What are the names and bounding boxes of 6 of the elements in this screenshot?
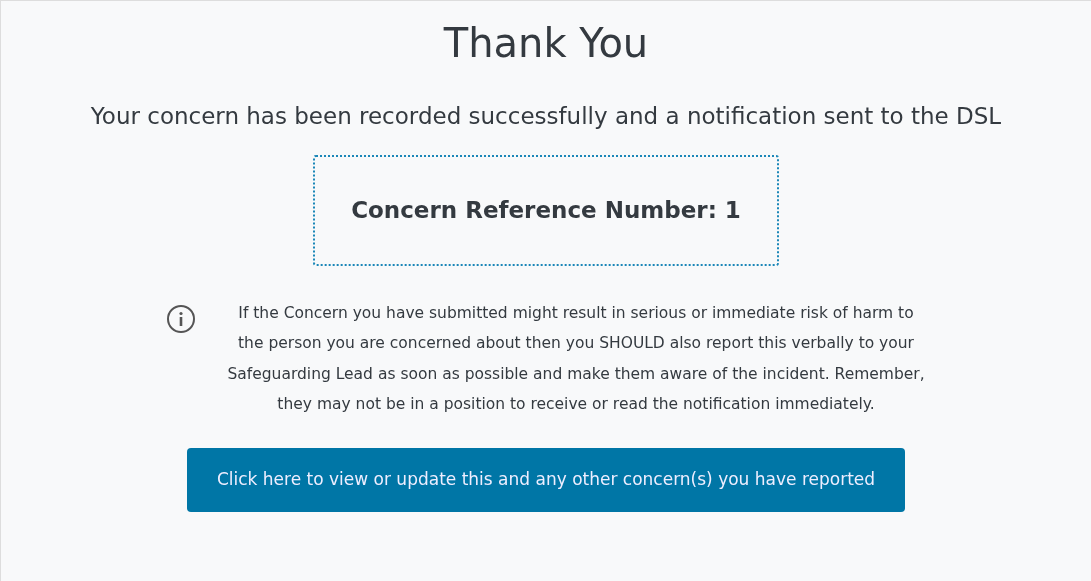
- reference-number: Concern Reference Number: 1: [351, 195, 741, 225]
- info-icon: [166, 303, 196, 334]
- view-concerns-button[interactable]: Click here to view or update this and any other concern(s) you have reported: [187, 447, 905, 512]
- success-message: Your concern has been recorded successfully and a notification sent to the DSL: [90, 103, 1002, 131]
- page-title: Thank You: [443, 19, 649, 67]
- notice-paragraph: If the Concern you have submitted might result in serious or immediate risk of harm to the person you are concerned about then you SHOULD also report this verbally to your Safeguarding Lead as soon as possible and make them aware of the incident. Remember, they may not be in a position to receive or read the notification immediately.: [226, 302, 926, 416]
